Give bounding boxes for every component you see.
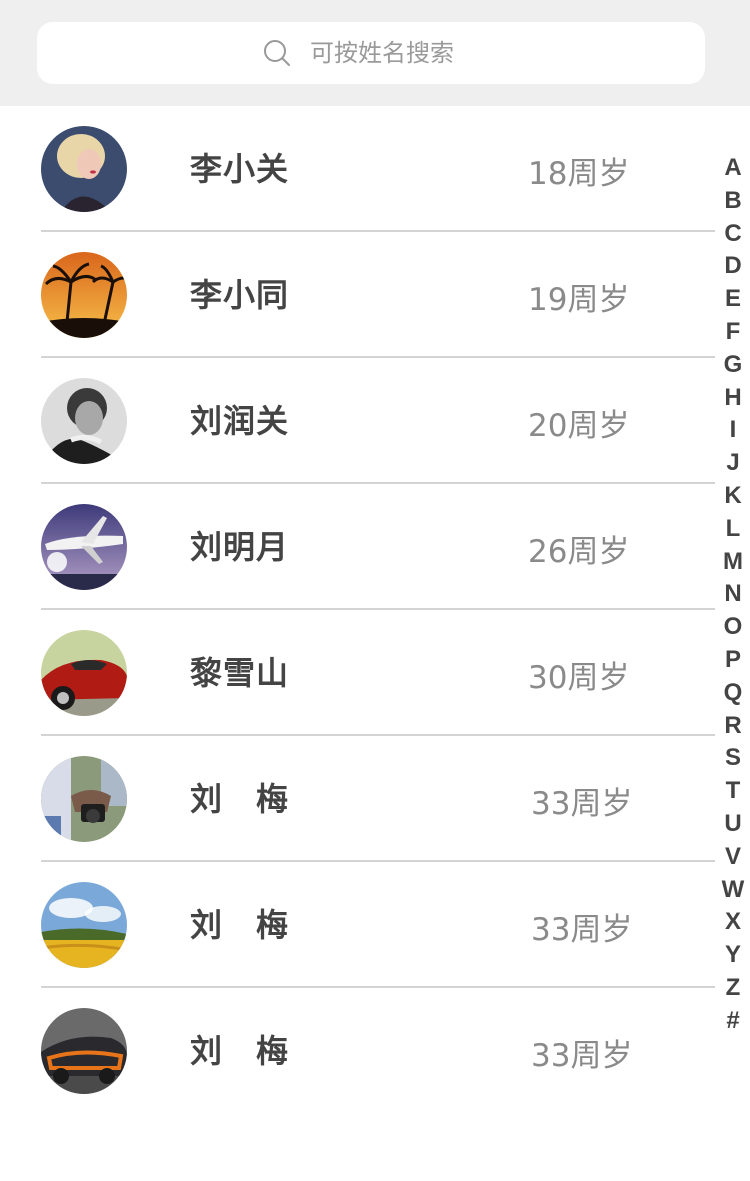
contact-row[interactable]: 刘明月 26周岁 [0, 484, 715, 610]
search-input[interactable] [310, 39, 480, 67]
alpha-index-letter[interactable]: E [717, 283, 749, 316]
camera-hands-avatar [41, 756, 127, 842]
contact-name: 刘润关 [190, 402, 290, 440]
alpha-index-letter[interactable]: F [717, 316, 749, 349]
alphabet-index: A B C D E F G H I J K L M N O P Q R S T … [717, 152, 749, 1038]
red-car-avatar [41, 630, 127, 716]
contact-age: 33周岁 [531, 912, 633, 948]
alpha-index-letter[interactable]: Y [717, 939, 749, 972]
alpha-index-letter[interactable]: H [717, 382, 749, 415]
alpha-index-letter[interactable]: I [717, 414, 749, 447]
alpha-index-letter[interactable]: B [717, 185, 749, 218]
alpha-index-letter[interactable]: C [717, 218, 749, 251]
contact-row[interactable]: 李小关 18周岁 [0, 106, 715, 232]
contact-row[interactable]: 刘 梅 33周岁 [0, 988, 715, 1114]
search-box[interactable] [37, 22, 705, 84]
alpha-index-letter[interactable]: T [717, 775, 749, 808]
alpha-index-letter[interactable]: K [717, 480, 749, 513]
alpha-index-letter[interactable]: J [717, 447, 749, 480]
alpha-index-letter[interactable]: Z [717, 972, 749, 1005]
contact-name: 刘明月 [190, 528, 290, 566]
palm-sunset-avatar [41, 252, 127, 338]
alpha-index-letter[interactable]: D [717, 250, 749, 283]
alpha-index-letter[interactable]: L [717, 513, 749, 546]
alpha-index-letter[interactable]: M [717, 546, 749, 579]
contact-row[interactable]: 刘 梅 33周岁 [0, 736, 715, 862]
contact-age: 19周岁 [528, 282, 630, 318]
contact-age: 33周岁 [531, 786, 633, 822]
alpha-index-letter[interactable]: U [717, 808, 749, 841]
contact-name: 刘 梅 [190, 1032, 290, 1070]
contact-name: 李小同 [190, 276, 290, 314]
contact-row[interactable]: 李小同 19周岁 [0, 232, 715, 358]
contact-row[interactable]: 黎雪山 30周岁 [0, 610, 715, 736]
field-landscape-avatar [41, 882, 127, 968]
portrait-man-avatar [41, 378, 127, 464]
contact-name: 李小关 [190, 150, 290, 188]
alpha-index-letter[interactable]: X [717, 906, 749, 939]
contact-age: 18周岁 [528, 156, 630, 192]
contact-age: 33周岁 [531, 1038, 633, 1074]
contact-name: 刘 梅 [190, 906, 290, 944]
contact-row[interactable]: 刘 梅 33周岁 [0, 862, 715, 988]
alpha-index-letter[interactable]: W [717, 874, 749, 907]
jet-plane-avatar [41, 504, 127, 590]
contact-age: 26周岁 [528, 534, 630, 570]
alpha-index-letter[interactable]: N [717, 578, 749, 611]
alpha-index-letter[interactable]: V [717, 841, 749, 874]
alpha-index-letter[interactable]: A [717, 152, 749, 185]
alpha-index-letter[interactable]: Q [717, 677, 749, 710]
portrait-woman-avatar [41, 126, 127, 212]
alpha-index-letter[interactable]: # [717, 1005, 749, 1038]
alpha-index-letter[interactable]: O [717, 611, 749, 644]
search-icon [264, 40, 290, 66]
alpha-index-letter[interactable]: R [717, 710, 749, 743]
contact-name: 刘 梅 [190, 780, 290, 818]
search-bar [0, 0, 750, 106]
contact-age: 30周岁 [528, 660, 630, 696]
contact-list: 李小关 18周岁 李小同 19周岁 刘润关 20周岁 刘明月 26周岁 黎雪山 … [0, 106, 715, 1114]
contact-age: 20周岁 [528, 408, 630, 444]
alpha-index-letter[interactable]: P [717, 644, 749, 677]
alpha-index-letter[interactable]: S [717, 742, 749, 775]
sports-car-avatar [41, 1008, 127, 1094]
contact-name: 黎雪山 [190, 654, 290, 692]
alpha-index-letter[interactable]: G [717, 349, 749, 382]
contact-row[interactable]: 刘润关 20周岁 [0, 358, 715, 484]
